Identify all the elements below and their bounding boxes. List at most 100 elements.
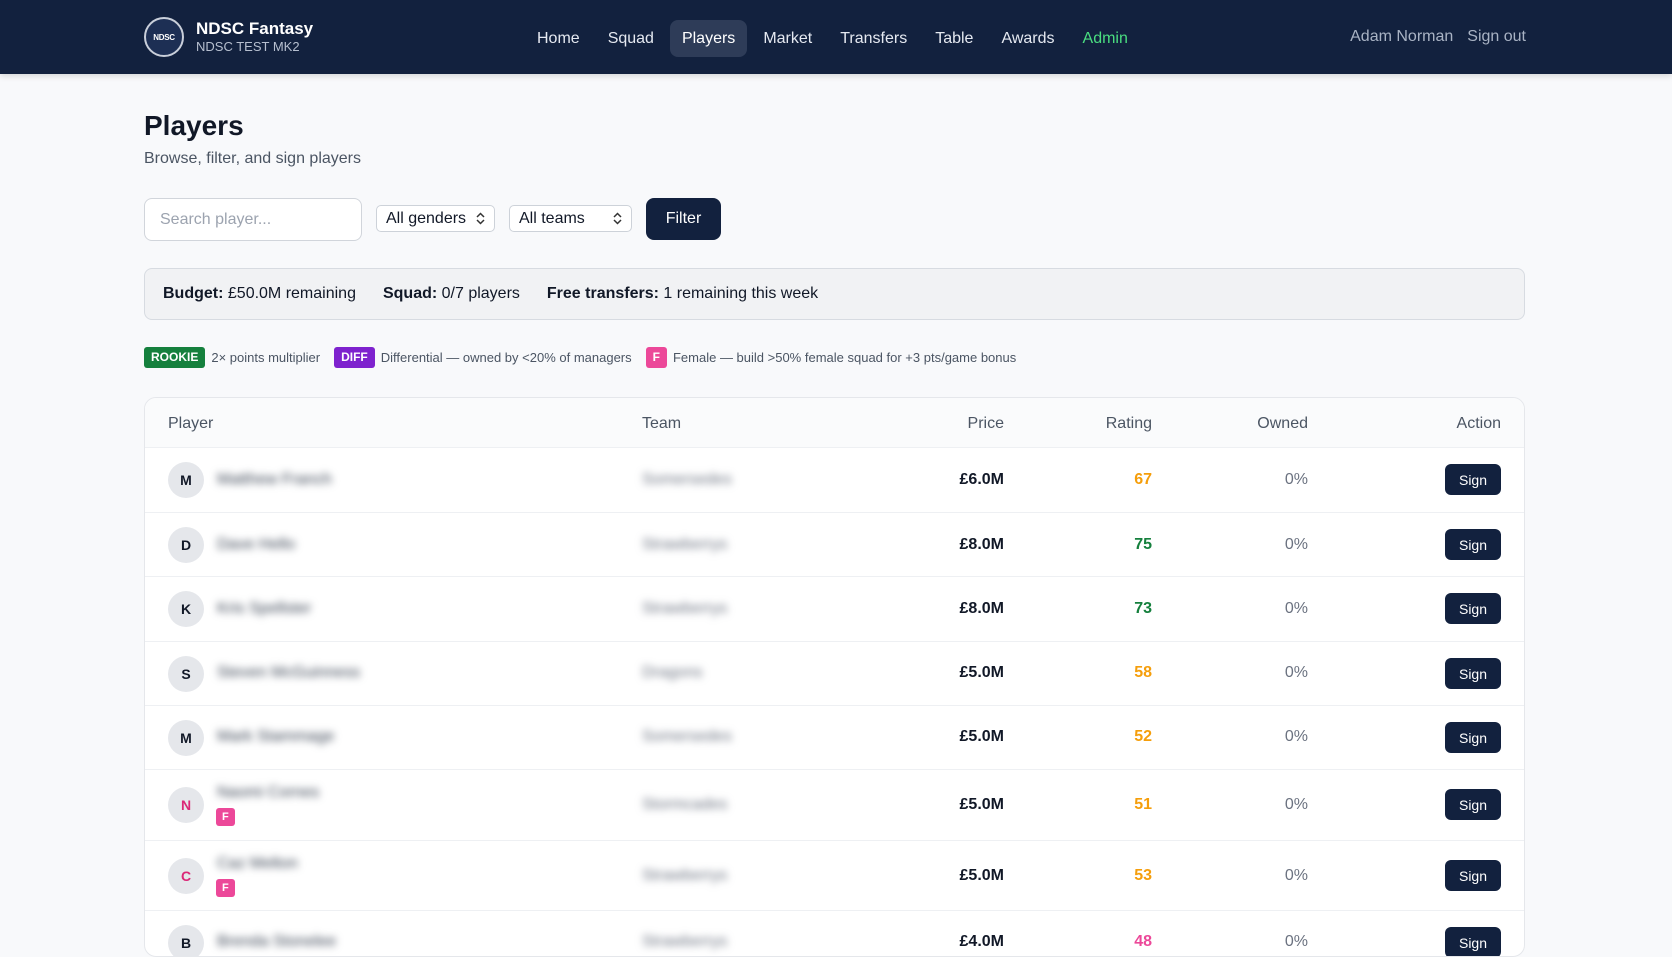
- brand-title: NDSC Fantasy: [196, 19, 314, 38]
- nav-item-transfers[interactable]: Transfers: [828, 20, 919, 57]
- sign-button[interactable]: Sign: [1445, 860, 1501, 891]
- column-header-owned[interactable]: Owned: [1257, 415, 1308, 433]
- brand-text: NDSC Fantasy NDSC TEST MK2: [196, 19, 313, 55]
- player-price: £8.0M: [959, 536, 1004, 553]
- female-badge: F: [216, 808, 235, 826]
- female-badge: F: [645, 347, 667, 368]
- sign-button[interactable]: Sign: [1445, 722, 1501, 753]
- main-nav: Home Squad Players Market Transfers Tabl…: [525, 20, 1140, 57]
- player-rating: 58: [1134, 664, 1152, 681]
- table-row[interactable]: C Caz Melton F Strawberrys £5.0M 53 0% S…: [145, 841, 1524, 911]
- rookie-legend-text: 2× points multiplier: [211, 350, 321, 365]
- column-header-rating[interactable]: Rating: [1106, 415, 1152, 433]
- table-row[interactable]: M Matthew Franch Somersedes £6.0M 67 0% …: [145, 448, 1524, 513]
- filter-button[interactable]: Filter: [646, 198, 721, 240]
- avatar: M: [168, 462, 204, 498]
- player-name[interactable]: Mark Stammage: [217, 728, 334, 746]
- table-row[interactable]: S Steven McGuinness Dragons £5.0M 58 0% …: [145, 642, 1524, 706]
- gender-select[interactable]: All genders: [376, 205, 495, 232]
- player-owned: 0%: [1284, 867, 1308, 884]
- player-owned: 0%: [1284, 471, 1308, 488]
- player-rating: 51: [1134, 796, 1152, 813]
- avatar: K: [168, 591, 204, 627]
- sign-out-link[interactable]: Sign out: [1467, 28, 1526, 46]
- badge-legend: ROOKIE 2× points multiplier DIFF Differe…: [144, 347, 1030, 368]
- page-title: Players: [144, 110, 244, 141]
- nav-item-home[interactable]: Home: [525, 20, 592, 57]
- player-name[interactable]: Matthew Franch: [217, 471, 332, 489]
- female-legend-text: Female — build >50% female squad for +3 …: [672, 350, 1017, 365]
- player-team: Strawberrys: [642, 933, 728, 950]
- player-owned: 0%: [1284, 536, 1308, 553]
- player-rating: 52: [1134, 728, 1152, 745]
- page-subtitle: Browse, filter, and sign players: [144, 150, 361, 167]
- chevron-updown-icon: [476, 212, 485, 225]
- avatar: D: [168, 527, 204, 563]
- column-header-team[interactable]: Team: [642, 415, 681, 433]
- player-owned: 0%: [1284, 728, 1308, 745]
- transfers-info: Free transfers: 1 remaining this week: [546, 285, 819, 302]
- budget-summary: Budget: £50.0M remaining Squad: 0/7 play…: [144, 268, 1525, 320]
- diff-badge: DIFF: [334, 347, 375, 368]
- nav-item-squad[interactable]: Squad: [596, 20, 666, 57]
- table-row[interactable]: K Kris Spellster Strawberrys £8.0M 73 0%…: [145, 577, 1524, 642]
- player-name[interactable]: Naomi Cornes: [217, 784, 319, 802]
- avatar: N: [168, 787, 204, 823]
- user-area: Adam Norman Sign out: [1350, 28, 1526, 46]
- squad-info: Squad: 0/7 players: [382, 285, 520, 302]
- user-name-link[interactable]: Adam Norman: [1350, 28, 1453, 46]
- sign-button[interactable]: Sign: [1445, 593, 1501, 624]
- nav-item-admin[interactable]: Admin: [1071, 20, 1140, 57]
- avatar: C: [168, 858, 204, 894]
- player-team: Stormcades: [642, 796, 728, 813]
- player-team: Strawberrys: [642, 867, 728, 884]
- top-navbar: NDSC NDSC Fantasy NDSC TEST MK2 Home Squ…: [0, 0, 1672, 74]
- player-name[interactable]: Dave Hello: [217, 536, 295, 554]
- nav-item-table[interactable]: Table: [923, 20, 985, 57]
- player-team: Dragons: [642, 664, 703, 681]
- avatar: B: [168, 925, 204, 956]
- budget-info: Budget: £50.0M remaining: [163, 285, 356, 302]
- column-header-price[interactable]: Price: [968, 415, 1004, 433]
- player-rating: 53: [1134, 867, 1152, 884]
- avatar: S: [168, 656, 204, 692]
- player-name[interactable]: Steven McGuinness: [217, 664, 360, 682]
- brand-logo-icon: NDSC: [144, 17, 184, 57]
- table-row[interactable]: M Mark Stammage Somersedes £5.0M 52 0% S…: [145, 706, 1524, 770]
- brand-subtitle: NDSC TEST MK2: [196, 39, 300, 54]
- player-price: £6.0M: [959, 471, 1004, 488]
- nav-item-awards[interactable]: Awards: [989, 20, 1066, 57]
- gender-select-value: All genders: [386, 209, 467, 227]
- team-select-value: All teams: [519, 209, 585, 227]
- player-owned: 0%: [1284, 664, 1308, 681]
- search-input[interactable]: [144, 198, 362, 241]
- player-name[interactable]: Kris Spellster: [217, 600, 311, 618]
- table-row[interactable]: D Dave Hello Strawberrys £8.0M 75 0% Sig…: [145, 513, 1524, 577]
- column-header-player[interactable]: Player: [168, 415, 213, 433]
- sign-button[interactable]: Sign: [1445, 658, 1501, 689]
- sign-button[interactable]: Sign: [1445, 789, 1501, 820]
- player-price: £8.0M: [959, 600, 1004, 617]
- female-badge: F: [216, 879, 235, 897]
- player-price: £5.0M: [959, 867, 1004, 884]
- player-name[interactable]: Caz Melton: [217, 855, 298, 873]
- sign-button[interactable]: Sign: [1445, 464, 1501, 495]
- nav-item-players[interactable]: Players: [669, 20, 748, 57]
- sign-button[interactable]: Sign: [1445, 927, 1501, 956]
- player-name[interactable]: Brenda Stonelee: [217, 933, 336, 951]
- team-select[interactable]: All teams: [509, 205, 632, 232]
- nav-item-market[interactable]: Market: [751, 20, 824, 57]
- brand[interactable]: NDSC NDSC Fantasy NDSC TEST MK2: [144, 17, 313, 57]
- avatar: M: [168, 720, 204, 756]
- player-owned: 0%: [1284, 796, 1308, 813]
- players-table: Player Team Price Rating Owned Action M …: [144, 397, 1525, 957]
- table-header: Player Team Price Rating Owned Action: [145, 398, 1524, 448]
- player-team: Strawberrys: [642, 600, 728, 617]
- diff-legend-text: Differential — owned by <20% of managers: [380, 350, 632, 365]
- chevron-updown-icon: [613, 212, 622, 225]
- table-row[interactable]: B Brenda Stonelee Strawberrys £4.0M 48 0…: [145, 911, 1524, 956]
- table-row[interactable]: N Naomi Cornes F Stormcades £5.0M 51 0% …: [145, 770, 1524, 841]
- sign-button[interactable]: Sign: [1445, 529, 1501, 560]
- player-owned: 0%: [1284, 600, 1308, 617]
- player-owned: 0%: [1284, 933, 1308, 950]
